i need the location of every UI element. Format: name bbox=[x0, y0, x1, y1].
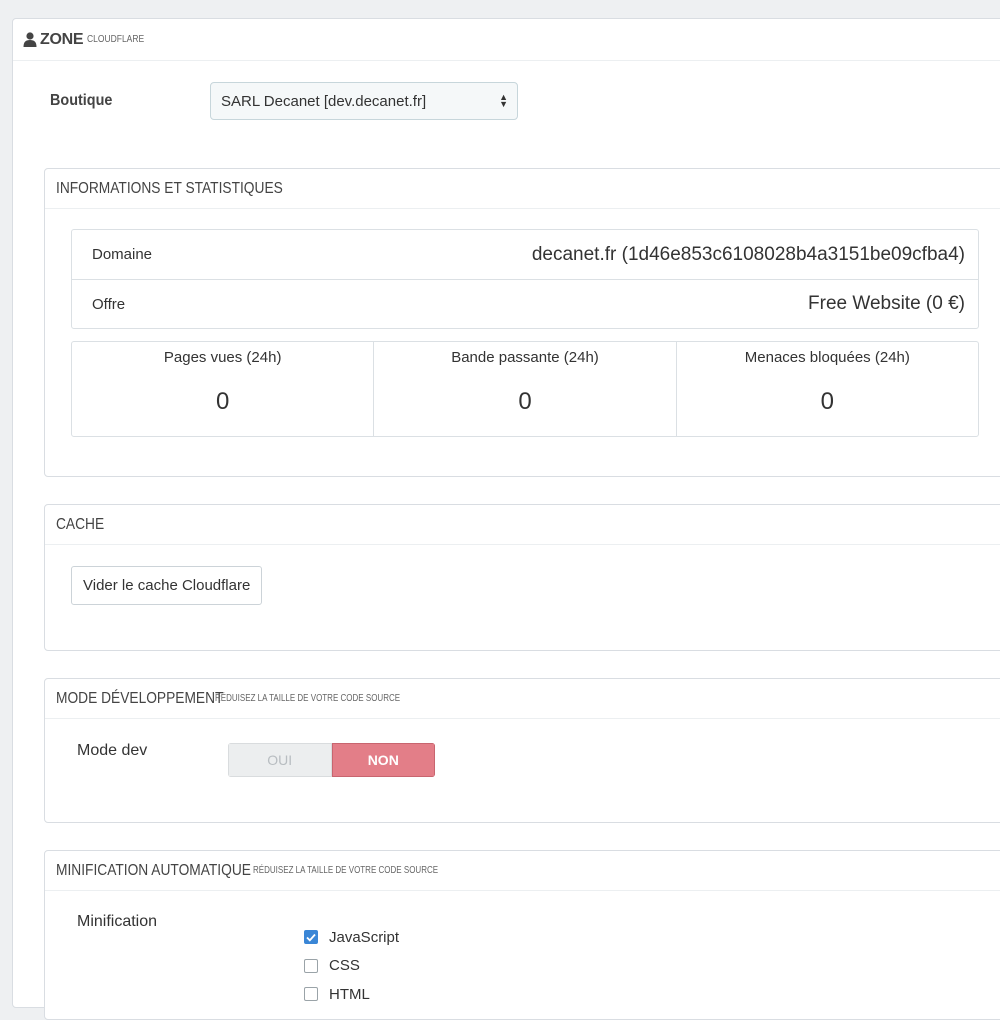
dev-mode-toggle: OUI NON bbox=[228, 743, 435, 777]
dev-mode-non-option[interactable]: NON bbox=[331, 743, 435, 777]
option-javascript[interactable]: JavaScript bbox=[304, 923, 399, 952]
boutique-label: Boutique bbox=[50, 92, 113, 109]
info-key: Domaine bbox=[92, 246, 153, 263]
boutique-select-value: SARL Decanet [dev.decanet.fr] bbox=[221, 92, 427, 110]
checkbox-icon[interactable] bbox=[304, 958, 318, 973]
dev-mode-label: Mode dev bbox=[77, 742, 148, 759]
option-label: HTML bbox=[329, 985, 370, 1003]
info-value: Free Website (0 €) bbox=[808, 293, 965, 314]
stat-menaces-bloquees: Menaces bloquées (24h) 0 bbox=[675, 342, 978, 436]
minification-subtitle: RÉDUISEZ LA TAILLE DE VOTRE CODE SOURCE bbox=[252, 865, 438, 876]
stat-bande-passante: Bande passante (24h) 0 bbox=[373, 342, 675, 436]
info-table: Domaine decanet.fr (1d46e853c6108028b4a3… bbox=[71, 229, 979, 329]
info-value: decanet.fr (1d46e853c6108028b4a3151be09c… bbox=[531, 243, 965, 265]
option-label: CSS bbox=[329, 957, 360, 975]
dev-mode-header: MODE DÉVELOPPEMENT RÉDUISEZ LA TAILLE DE… bbox=[45, 679, 1000, 719]
cache-header: CACHE bbox=[45, 505, 1000, 545]
panel-header: ZONE CLOUDFLARE bbox=[13, 19, 1000, 61]
select-arrows-icon: ▲ ▼ bbox=[499, 92, 508, 109]
purge-cache-button[interactable]: Vider le cache Cloudflare bbox=[71, 566, 263, 605]
stat-label: Pages vues (24h) bbox=[163, 349, 282, 366]
minification-title: MINIFICATION AUTOMATIQUE bbox=[56, 861, 251, 879]
dev-mode-subtitle: RÉDUISEZ LA TAILLE DE VOTRE CODE SOURCE bbox=[214, 693, 400, 704]
minification-panel: MINIFICATION AUTOMATIQUE RÉDUISEZ LA TAI… bbox=[44, 850, 1000, 1020]
info-row-offer: Offre Free Website (0 €) bbox=[72, 279, 978, 328]
minification-options: JavaScript CSS HTML bbox=[304, 923, 399, 1009]
stat-label: Bande passante (24h) bbox=[451, 349, 599, 366]
stats-row: Pages vues (24h) 0 Bande passante (24h) … bbox=[71, 341, 979, 437]
stat-label: Menaces bloquées (24h) bbox=[744, 349, 910, 366]
stat-value: 0 bbox=[820, 388, 834, 415]
boutique-row: Boutique SARL Decanet [dev.decanet.fr] ▲… bbox=[50, 82, 518, 120]
user-icon bbox=[23, 32, 37, 47]
page-title: ZONE bbox=[40, 30, 84, 48]
option-html[interactable]: HTML bbox=[304, 980, 399, 1009]
info-stats-title: INFORMATIONS ET STATISTIQUES bbox=[56, 179, 283, 197]
info-row-domain: Domaine decanet.fr (1d46e853c6108028b4a3… bbox=[72, 230, 978, 279]
info-key: Offre bbox=[92, 295, 126, 313]
option-label: JavaScript bbox=[329, 928, 400, 946]
cache-panel: CACHE Vider le cache Cloudflare bbox=[44, 504, 1000, 651]
dev-mode-title: MODE DÉVELOPPEMENT bbox=[56, 689, 224, 707]
stat-value: 0 bbox=[215, 388, 230, 415]
cache-title: CACHE bbox=[56, 515, 105, 533]
checkbox-checked-icon[interactable] bbox=[304, 930, 318, 945]
info-stats-header: INFORMATIONS ET STATISTIQUES bbox=[45, 169, 1000, 209]
minification-label: Minification bbox=[77, 913, 158, 930]
stat-pages-vues: Pages vues (24h) 0 bbox=[72, 342, 373, 436]
page-subtitle: CLOUDFLARE bbox=[87, 34, 145, 45]
minification-header: MINIFICATION AUTOMATIQUE RÉDUISEZ LA TAI… bbox=[45, 851, 1000, 891]
dev-mode-oui-option[interactable]: OUI bbox=[228, 743, 332, 777]
info-stats-panel: INFORMATIONS ET STATISTIQUES Domaine dec… bbox=[44, 168, 1000, 477]
stat-value: 0 bbox=[518, 388, 532, 415]
option-css[interactable]: CSS bbox=[304, 952, 399, 981]
boutique-select[interactable]: SARL Decanet [dev.decanet.fr] ▲ ▼ bbox=[210, 82, 518, 120]
dev-mode-panel: MODE DÉVELOPPEMENT RÉDUISEZ LA TAILLE DE… bbox=[44, 678, 1000, 823]
checkbox-icon[interactable] bbox=[304, 987, 318, 1002]
